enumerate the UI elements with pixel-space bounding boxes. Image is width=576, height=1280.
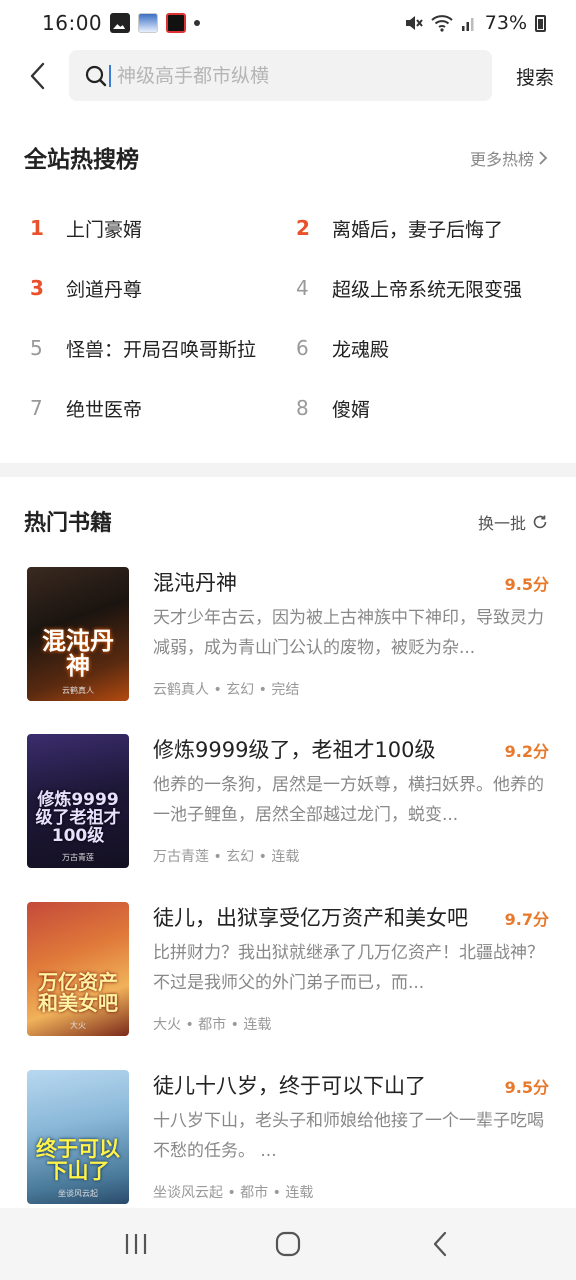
cover-author: 万古青莲 [62, 853, 94, 862]
hot-rank: 4 [296, 276, 309, 300]
hot-search-text: 怪兽：开局召唤哥斯拉 [66, 338, 257, 361]
book-item[interactable]: 终于可以下山了 坐谈风云起 徒儿十八岁，终于可以下山了 9.5分 十八岁下山，老… [0, 1070, 576, 1210]
section-divider [0, 463, 576, 477]
book-title: 徒儿，出狱享受亿万资产和美女吧 [153, 906, 468, 930]
dot-icon [194, 20, 201, 26]
hot-rank: 7 [30, 396, 43, 420]
more-hot-button[interactable]: 更多热榜 [470, 146, 548, 170]
book-item[interactable]: 万亿资产和美女吧 大火 徒儿，出狱享受亿万资产和美女吧 9.7分 比拼财力？我出… [0, 902, 576, 1042]
status-time: 16:00 [42, 11, 103, 35]
book-description: 比拼财力？我出狱就继承了几万亿资产！北疆战神？不过是我师父的外门弟子而已，而..… [153, 943, 544, 993]
system-nav-bar [0, 1208, 576, 1280]
cover-author: 云鹤真人 [62, 686, 94, 695]
status-left: 16:00 [42, 11, 201, 35]
book-description: 他养的一条狗，居然是一方妖尊，横扫妖界。他养的一池子鲤鱼，居然全部越过龙门，蜕变… [153, 775, 544, 825]
hot-search-text: 绝世医帝 [66, 398, 143, 421]
mute-icon [405, 16, 423, 30]
book-title: 徒儿十八岁，终于可以下山了 [153, 1074, 426, 1098]
hot-search-item[interactable]: 7 绝世医帝 [30, 378, 296, 438]
search-header: 搜索 [0, 50, 576, 102]
hot-rank: 2 [296, 216, 310, 240]
hot-search-item[interactable]: 8 傻婿 [296, 378, 550, 438]
back-button[interactable] [22, 60, 52, 92]
book-title: 混沌丹神 [153, 571, 237, 595]
text-caret [109, 64, 111, 87]
book-item[interactable]: 混沌丹神 云鹤真人 混沌丹神 9.5分 天才少年古云，因为被上古神族中下神印，导… [0, 567, 576, 707]
battery-icon [535, 14, 546, 32]
app-notification-icon [138, 13, 159, 33]
status-right: 73% [403, 12, 546, 34]
search-icon [85, 65, 107, 86]
hot-search-text: 超级上帝系统无限变强 [332, 278, 523, 301]
home-button[interactable] [258, 1219, 318, 1269]
hot-rank: 5 [30, 336, 43, 360]
book-score: 9.5分 [504, 1078, 549, 1097]
cover-title: 混沌丹神 [42, 626, 114, 680]
book-title: 修炼9999级了，老祖才100级 [153, 738, 436, 762]
hot-search-text: 剑道丹尊 [66, 278, 143, 301]
hot-rank: 8 [296, 396, 309, 420]
hot-search-item[interactable]: 2 离婚后，妻子后悔了 [296, 198, 550, 258]
refresh-label: 换一批 [477, 514, 526, 533]
book-score: 9.5分 [504, 575, 549, 594]
wifi-icon [431, 15, 453, 32]
book-description: 十八岁下山，老头子和师娘给他接了一个一辈子吃喝不愁的任务。 ... [153, 1111, 544, 1161]
hot-search-item[interactable]: 5 怪兽：开局召唤哥斯拉 [30, 318, 296, 378]
book-meta: 万古青莲 • 玄幻 • 连载 [153, 849, 300, 865]
hot-rank: 1 [30, 216, 44, 240]
book-meta: 坐谈风云起 • 都市 • 连载 [153, 1185, 314, 1201]
hot-search-text: 傻婿 [332, 398, 371, 421]
book-item[interactable]: 修炼9999级了老祖才100级 万古青莲 修炼9999级了，老祖才100级 9.… [0, 734, 576, 874]
search-button[interactable]: 搜索 [516, 63, 554, 90]
book-description: 天才少年古云，因为被上古神族中下神印，导致灵力减弱，成为青山门公认的废物，被贬为… [153, 608, 544, 658]
refresh-button[interactable]: 换一批 [478, 510, 548, 534]
hot-search-item[interactable]: 3 剑道丹尊 [30, 258, 296, 318]
signal-icon [461, 18, 474, 31]
chevron-right-icon [539, 151, 548, 165]
home-icon [275, 1231, 301, 1257]
system-back-button[interactable] [410, 1219, 470, 1269]
hot-search-item[interactable]: 1 上门豪婿 [30, 198, 296, 258]
search-box[interactable] [69, 50, 492, 101]
book-cover[interactable]: 混沌丹神 云鹤真人 [27, 567, 129, 701]
hot-rank: 3 [30, 276, 44, 300]
status-bar: 16:00 73% [0, 0, 576, 46]
search-input[interactable] [117, 64, 457, 87]
hot-search-text: 龙魂殿 [332, 338, 390, 361]
book-cover[interactable]: 终于可以下山了 坐谈风云起 [27, 1070, 129, 1204]
popular-books-title: 热门书籍 [24, 511, 113, 536]
refresh-icon [533, 515, 547, 529]
video-app-icon [166, 13, 187, 33]
hot-rank: 6 [296, 336, 309, 360]
book-score: 9.2分 [504, 742, 549, 761]
hot-search-item[interactable]: 4 超级上帝系统无限变强 [296, 258, 550, 318]
hot-search-item[interactable]: 6 龙魂殿 [296, 318, 550, 378]
back-arrow-icon [30, 62, 45, 90]
book-cover[interactable]: 万亿资产和美女吧 大火 [27, 902, 129, 1036]
book-cover[interactable]: 修炼9999级了老祖才100级 万古青莲 [27, 734, 129, 868]
gallery-icon [110, 13, 131, 33]
hot-search-text: 离婚后，妻子后悔了 [332, 218, 504, 241]
book-score: 9.7分 [504, 910, 549, 929]
battery-percent: 73% [484, 12, 527, 34]
recent-apps-icon [125, 1234, 147, 1254]
cover-title: 万亿资产和美女吧 [38, 970, 118, 1015]
back-icon [433, 1231, 447, 1257]
cover-title: 终于可以下山了 [36, 1136, 120, 1183]
hot-search-title: 全站热搜榜 [24, 147, 139, 173]
book-meta: 大火 • 都市 • 连载 [153, 1017, 272, 1033]
hot-search-text: 上门豪婿 [66, 218, 143, 241]
recent-apps-button[interactable] [106, 1219, 166, 1269]
hot-search-list: 1 上门豪婿 2 离婚后，妻子后悔了 3 剑道丹尊 4 超级上帝系统无限变强 5 怪兽：开… [30, 198, 550, 438]
book-meta: 云鹤真人 • 玄幻 • 完结 [153, 682, 300, 698]
cover-title: 修炼9999级了老祖才100级 [35, 790, 121, 847]
cover-author: 坐谈风云起 [58, 1189, 98, 1198]
cover-author: 大火 [70, 1021, 86, 1030]
more-hot-label: 更多热榜 [469, 150, 534, 169]
